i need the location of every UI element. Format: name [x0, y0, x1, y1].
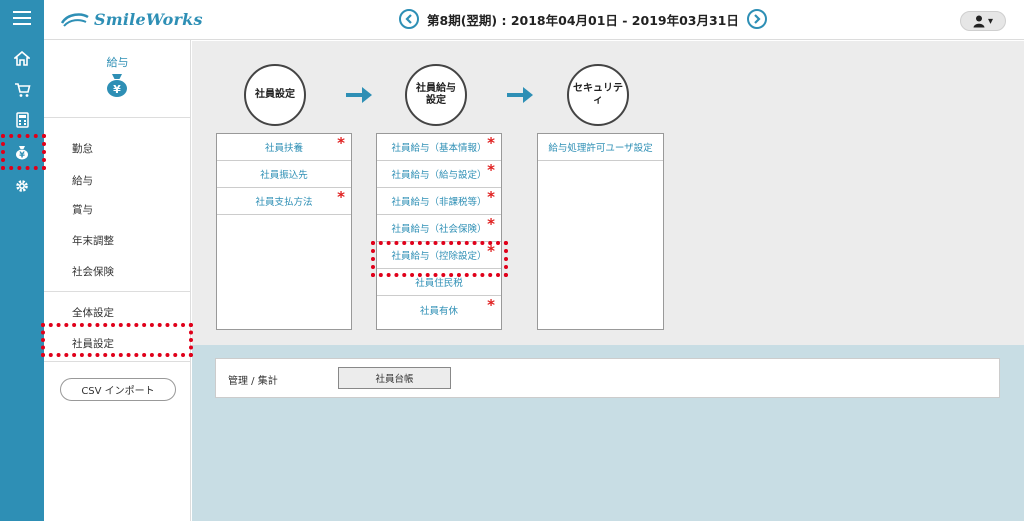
- link-salary-deduction-settings[interactable]: 社員給与（控除設定） *: [377, 242, 501, 269]
- app-root: ¥ SmileWorks 第8期(翌期) : 2018年04月01日 - 201…: [0, 0, 1024, 521]
- period-label: 第8期(翌期) : 2018年04月01日 - 2019年03月31日: [427, 12, 739, 28]
- side-menu: 給与 ¥ 勤怠 給与 賞与 年末調整 社会保険 全体設定 社員設定 CSV イン…: [44, 40, 191, 521]
- menu-item-year-end[interactable]: 年末調整: [72, 233, 114, 248]
- gear-icon[interactable]: [0, 172, 44, 200]
- menu-divider: [44, 361, 191, 362]
- menu-item-bonus[interactable]: 賞与: [72, 202, 93, 217]
- link-employee-bank-account[interactable]: 社員振込先: [217, 161, 351, 188]
- brand-logo[interactable]: SmileWorks: [60, 10, 203, 29]
- link-paid-leave[interactable]: 社員有休 *: [377, 296, 501, 323]
- menu-item-general-settings[interactable]: 全体設定: [72, 305, 114, 320]
- menu-section-title: 給与: [106, 56, 129, 69]
- menu-divider: [44, 291, 191, 292]
- link-payroll-permission-users[interactable]: 給与処理許可ユーザ設定: [538, 134, 663, 161]
- required-mark: *: [487, 161, 495, 179]
- employee-ledger-button[interactable]: 社員台帳: [338, 367, 451, 389]
- chevron-left-icon: [405, 14, 412, 24]
- step-security: セキュリティ: [567, 64, 629, 126]
- arrow-right-icon: [346, 87, 372, 103]
- menu-item-attendance[interactable]: 勤怠: [72, 141, 93, 156]
- user-menu-button[interactable]: ▾: [960, 11, 1006, 31]
- brand-name: SmileWorks: [94, 10, 203, 29]
- fiscal-period: 第8期(翌期) : 2018年04月01日 - 2019年03月31日: [399, 9, 767, 29]
- menu-item-employee-settings[interactable]: 社員設定: [72, 336, 114, 351]
- security-settings-list: 給与処理許可ユーザ設定: [537, 133, 664, 330]
- prev-period-button[interactable]: [399, 9, 419, 29]
- link-employee-payment-method[interactable]: 社員支払方法 *: [217, 188, 351, 215]
- required-mark: *: [337, 188, 345, 206]
- left-rail: ¥: [0, 0, 44, 521]
- home-icon[interactable]: [0, 44, 44, 72]
- management-section: 管理 / 集計 社員台帳: [215, 358, 1000, 398]
- menu-item-social-insurance[interactable]: 社会保険: [72, 264, 114, 279]
- link-resident-tax[interactable]: 社員住民税: [377, 269, 501, 296]
- csv-import-button[interactable]: CSV インポート: [60, 378, 176, 401]
- link-salary-non-taxable[interactable]: 社員給与（非課税等） *: [377, 188, 501, 215]
- next-period-button[interactable]: [746, 9, 767, 29]
- required-mark: *: [487, 215, 495, 233]
- required-mark: *: [487, 296, 495, 314]
- dropdown-caret-icon: ▾: [987, 15, 994, 27]
- chevron-right-icon: [754, 14, 761, 24]
- link-employee-dependents[interactable]: 社員扶養 *: [217, 134, 351, 161]
- required-mark: *: [487, 134, 495, 152]
- menu-item-salary[interactable]: 給与: [72, 173, 93, 188]
- cart-icon[interactable]: [0, 76, 44, 104]
- calculator-icon[interactable]: [0, 106, 44, 134]
- required-mark: *: [337, 134, 345, 152]
- arrow-right-icon: [507, 87, 533, 103]
- user-icon: [973, 15, 985, 27]
- link-salary-social-insurance[interactable]: 社員給与（社会保険） *: [377, 215, 501, 242]
- required-mark: *: [487, 188, 495, 206]
- menu-section-header: 給与 ¥: [44, 40, 191, 118]
- employee-salary-settings-list: 社員給与（基本情報） * 社員給与（給与設定） * 社員給与（非課税等） * 社員給与…: [376, 133, 502, 330]
- money-bag-icon[interactable]: ¥: [0, 138, 44, 166]
- required-mark: *: [487, 242, 495, 260]
- link-salary-pay-settings[interactable]: 社員給与（給与設定） *: [377, 161, 501, 188]
- money-bag-icon: ¥: [107, 74, 127, 97]
- link-salary-basic-info[interactable]: 社員給与（基本情報） *: [377, 134, 501, 161]
- management-label: 管理 / 集計: [228, 376, 278, 387]
- top-header: SmileWorks 第8期(翌期) : 2018年04月01日 - 2019年…: [44, 0, 1024, 40]
- menu-icon[interactable]: [0, 4, 44, 32]
- svg-text:¥: ¥: [113, 83, 121, 96]
- step-employee-settings: 社員設定: [244, 64, 306, 126]
- svg-text:¥: ¥: [19, 151, 25, 160]
- employee-settings-list: 社員扶養 * 社員振込先 社員支払方法 *: [216, 133, 352, 330]
- step-employee-salary-settings: 社員給与 設定: [405, 64, 467, 126]
- logo-swoosh-icon: [60, 12, 89, 27]
